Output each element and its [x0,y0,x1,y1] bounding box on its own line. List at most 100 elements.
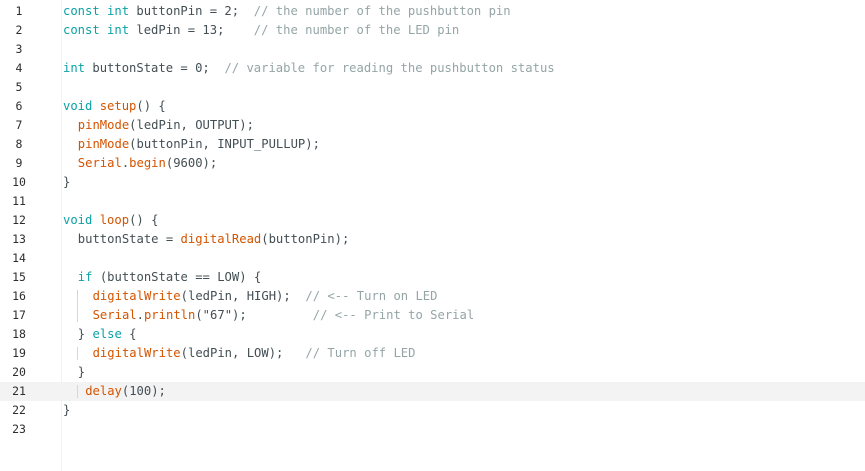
code-token: const int [63,23,130,37]
code-token: Serial [77,156,122,170]
code-token: buttonState = [77,232,181,246]
code-token: (ledPin, OUTPUT); [129,118,254,132]
line-number: 7 [15,118,23,132]
code-line[interactable]: 5 [0,78,865,97]
code-token: () { [136,99,166,113]
code-line[interactable]: 4 int buttonState = 0; // variable for re… [0,59,865,78]
code-text[interactable]: delay(100); [85,382,166,401]
indent-guide [76,290,78,322]
line-number: 19 [12,346,26,360]
line-number: 21 [12,384,26,398]
code-token: (buttonPin); [261,232,350,246]
code-line[interactable]: 7 pinMode(ledPin, OUTPUT); [0,116,865,135]
code-line[interactable]: 6 void setup() { [0,97,865,116]
code-text[interactable]: } [63,173,70,192]
code-token: else [92,327,122,341]
code-token: () { [129,213,159,227]
line-number: 11 [12,194,26,208]
line-number: 6 [15,99,23,113]
code-text[interactable]: void loop() { [63,211,158,230]
indent-guide [76,385,78,398]
line-number: 20 [12,365,26,379]
code-text[interactable]: if (buttonState == LOW) { [78,268,261,287]
code-line[interactable]: 20} [0,363,865,382]
code-text[interactable]: } [63,401,70,420]
line-number: 18 [12,327,26,341]
code-token: (buttonState == LOW) { [92,270,262,284]
code-line[interactable]: 18 } else { [0,325,865,344]
line-number: 15 [12,270,26,284]
code-token: setup [99,99,137,113]
code-line[interactable]: 9 Serial.begin(9600); [0,154,865,173]
code-text[interactable]: digitalWrite(ledPin, HIGH); // <-- Turn … [93,287,438,306]
code-token: if [77,270,93,284]
code-token: . [136,308,144,322]
code-token: (ledPin, LOW); [180,346,306,360]
code-line[interactable]: 10} [0,173,865,192]
line-number: 3 [15,42,23,56]
code-line[interactable]: 14 [0,249,865,268]
line-number: 1 [15,4,23,18]
code-text[interactable]: int buttonState = 0; // variable for rea… [63,59,555,78]
line-number: 9 [15,156,23,170]
code-line[interactable]: 16 digitalWrite(ledPin, HIGH); // <-- Tur… [0,287,865,306]
code-token: void [63,99,93,113]
code-text[interactable]: const int ledPin = 13; // the number of … [63,21,459,40]
line-number: 14 [12,251,26,265]
code-token: pinMode [77,137,130,151]
line-number: 23 [12,422,26,436]
code-token: (buttonPin, INPUT_PULLUP); [129,137,320,151]
line-number: 4 [15,61,23,75]
code-token: int [63,61,86,75]
code-editor[interactable]: 1 const int buttonPin = 2; // the number … [0,0,865,471]
code-line[interactable]: 12 void loop() { [0,211,865,230]
code-token: buttonState = 0; [85,61,225,75]
line-number: 5 [15,80,23,94]
line-number: 22 [12,403,26,417]
code-token: } [77,365,86,379]
code-text[interactable]: Serial.begin(9600); [78,154,217,173]
line-number: 8 [15,137,23,151]
code-line[interactable]: 1 const int buttonPin = 2; // the number … [0,2,865,21]
code-text[interactable]: void setup() { [63,97,166,116]
code-token: delay [85,384,122,398]
line-number: 12 [12,213,26,227]
code-line[interactable]: 17 Serial.println("67"); // <-- Print to … [0,306,865,325]
code-line[interactable]: 13 buttonState = digitalRead(buttonPin); [0,230,865,249]
code-token: digitalRead [180,232,262,246]
code-token: println [143,308,196,322]
code-token: digitalWrite [92,346,181,360]
code-text[interactable]: const int buttonPin = 2; // the number o… [63,2,511,21]
code-token: (100); [121,384,166,398]
code-line[interactable]: 22} [0,401,865,420]
code-token: } [63,175,71,189]
code-line[interactable]: 3 [0,40,865,59]
code-token: buttonPin = 2; [129,4,254,18]
code-line[interactable]: 19 digitalWrite(ledPin, LOW); // Turn off… [0,344,865,363]
code-token: Serial [92,308,137,322]
code-line[interactable]: 2 const int ledPin = 13; // the number of… [0,21,865,40]
code-text[interactable]: buttonState = digitalRead(buttonPin); [78,230,350,249]
line-number: 2 [15,23,23,37]
code-text[interactable]: } [78,363,85,382]
code-line[interactable]: 23 [0,420,865,439]
code-line[interactable]: 15 if (buttonState == LOW) { [0,268,865,287]
code-line[interactable]: 8 pinMode(buttonPin, INPUT_PULLUP); [0,135,865,154]
code-text[interactable]: Serial.println("67"); // <-- Print to Se… [93,306,475,325]
code-text[interactable]: pinMode(ledPin, OUTPUT); [78,116,254,135]
code-token: // <-- Print to Serial [312,308,475,322]
line-number: 10 [12,175,26,189]
code-token: (ledPin, HIGH); [180,289,306,303]
code-text[interactable]: } else { [78,325,137,344]
code-text[interactable]: pinMode(buttonPin, INPUT_PULLUP); [78,135,320,154]
code-line[interactable]: 21 delay(100); [0,382,865,401]
code-token: const int [63,4,130,18]
code-token: (9600); [165,156,218,170]
code-line[interactable]: 11 [0,192,865,211]
code-token: // the number of the pushbutton pin [253,4,511,18]
code-text[interactable]: digitalWrite(ledPin, LOW); // Turn off L… [93,344,416,363]
code-token: // <-- Turn on LED [305,289,438,303]
code-token: loop [99,213,130,227]
